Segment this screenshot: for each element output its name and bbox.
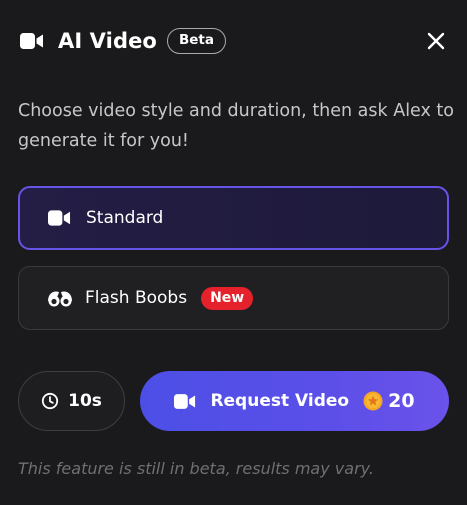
beta-badge: Beta — [166, 28, 226, 54]
boobs-icon — [47, 288, 73, 308]
video-camera-icon — [48, 208, 74, 228]
video-camera-icon — [174, 392, 198, 410]
coin-cost: 20 — [388, 390, 415, 412]
request-video-label: Request Video — [210, 391, 350, 411]
option-standard[interactable]: Standard — [18, 186, 449, 250]
duration-button[interactable]: 10s — [18, 371, 125, 431]
beta-disclaimer: This feature is still in beta, results m… — [18, 459, 374, 478]
close-button[interactable] — [425, 30, 447, 52]
dialog-title: AI Video — [58, 29, 157, 53]
option-flash-boobs[interactable]: Flash Boobs New — [18, 266, 449, 330]
option-label: Flash Boobs — [85, 288, 188, 308]
description-text: Choose video style and duration, then as… — [18, 101, 455, 151]
new-badge: New — [201, 286, 254, 310]
ai-video-dialog: AI Video Beta Choose video style and dur… — [0, 0, 467, 505]
duration-label: 10s — [68, 391, 102, 411]
dialog-header: AI Video Beta — [20, 26, 447, 56]
video-camera-icon — [20, 32, 46, 50]
option-label: Standard — [86, 208, 164, 228]
close-icon — [427, 32, 445, 50]
request-video-button[interactable]: Request Video 20 — [140, 371, 449, 431]
coin-star-icon — [363, 391, 383, 411]
clock-icon — [41, 392, 59, 410]
